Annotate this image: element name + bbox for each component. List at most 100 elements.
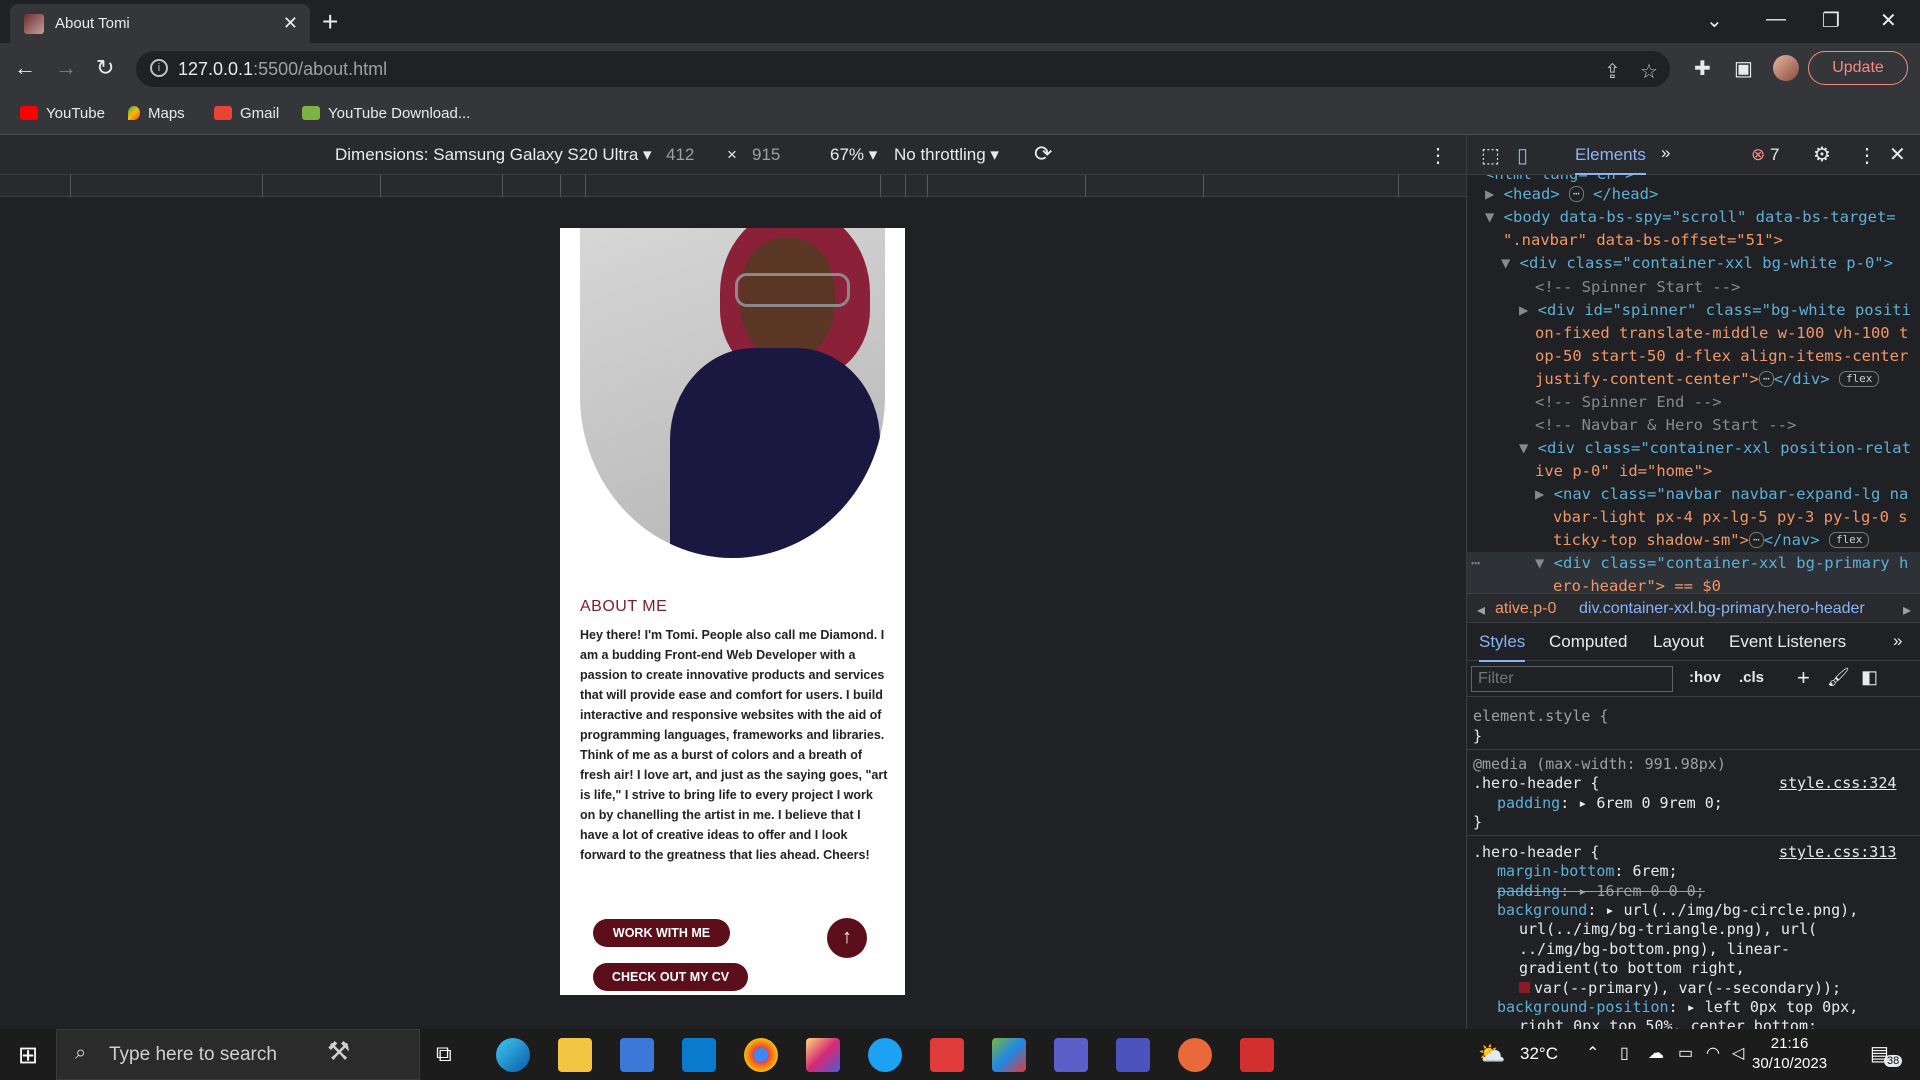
dom-tree[interactable]: <html lang="en"> ▶ <head> ⋯ </head> ▼ <b… — [1467, 175, 1920, 595]
new-tab-icon[interactable]: + — [322, 6, 338, 38]
settings-gear-icon[interactable]: ⚙ — [1813, 142, 1831, 167]
dom-line[interactable]: ▼ <body data-bs-spy="scroll" data-bs-tar… — [1485, 206, 1896, 230]
crumb-left-arrow-icon[interactable]: ◂ — [1477, 600, 1485, 620]
site-info-icon[interactable]: i — [150, 59, 168, 77]
instagram-icon[interactable] — [806, 1038, 840, 1072]
style-source-link[interactable]: style.css:313 — [1779, 843, 1896, 863]
back-to-top-icon[interactable]: ↑ — [827, 918, 867, 958]
forward-icon[interactable]: → — [55, 55, 77, 81]
teams-work-icon[interactable] — [1116, 1038, 1150, 1072]
media-query-ruler[interactable] — [0, 175, 1466, 197]
style-selector[interactable]: .hero-header { — [1473, 774, 1599, 794]
device-toggle-icon[interactable]: ▯ — [1517, 143, 1528, 168]
acrobat-icon[interactable] — [930, 1038, 964, 1072]
tab-search-chevron-icon[interactable]: ⌄ — [1706, 8, 1723, 33]
style-declaration[interactable]: background: ▸ url(../img/bg-circle.png), — [1497, 901, 1858, 921]
dom-comment[interactable]: <!-- Spinner End --> — [1535, 391, 1722, 415]
profile-avatar[interactable] — [1773, 55, 1799, 81]
more-style-tabs-icon[interactable]: » — [1893, 631, 1902, 651]
share-icon[interactable]: ⇪ — [1604, 59, 1621, 84]
hov-toggle[interactable]: :hov — [1689, 669, 1721, 686]
cloud-icon[interactable]: ☁ — [1648, 1043, 1664, 1063]
tab-styles[interactable]: Styles — [1479, 632, 1526, 662]
device-select[interactable]: Dimensions: Samsung Galaxy S20 Ultra ▾ — [335, 145, 652, 165]
style-declaration[interactable]: background-position: ▸ left 0px top 0px, — [1497, 998, 1858, 1018]
temperature[interactable]: 32°C — [1520, 1044, 1558, 1064]
work-with-me-button[interactable]: WORK WITH ME — [593, 919, 730, 947]
ellipsis-badge[interactable]: ⋯ — [1748, 532, 1764, 548]
throttling-select[interactable]: No throttling ▾ — [894, 145, 999, 165]
dom-line-selected[interactable]: ero-header"> == $0 — [1467, 575, 1920, 595]
rotate-icon[interactable]: ⟳ — [1034, 141, 1052, 167]
dom-line[interactable]: ▼ <div class="container-xxl position-rel… — [1519, 437, 1911, 461]
chrome-icon[interactable] — [744, 1038, 778, 1072]
ellipsis-badge[interactable]: ⋯ — [1569, 186, 1584, 202]
dom-line-selected[interactable]: ⋯ ▼ <div class="container-xxl bg-primary … — [1467, 552, 1920, 576]
crumb-item[interactable]: ative.p-0 — [1495, 600, 1556, 618]
paint-brush-icon[interactable]: 🖌 — [1827, 667, 1850, 688]
system-clock[interactable]: 21:16 30/10/2023 — [1752, 1034, 1827, 1074]
devtools-close-icon[interactable]: ✕ — [1889, 142, 1906, 167]
sidebar-toggle-icon[interactable]: ◧ — [1861, 667, 1878, 688]
extensions-icon[interactable]: ✚ — [1694, 56, 1711, 81]
twitter-icon[interactable] — [868, 1038, 902, 1072]
dom-line[interactable]: ▼ <div class="container-xxl bg-white p-0… — [1501, 252, 1893, 276]
pdf-reader-icon[interactable] — [1240, 1038, 1274, 1072]
volume-icon[interactable]: ◁ — [1732, 1043, 1744, 1063]
devtools-menu-icon[interactable]: ⋮ — [1857, 143, 1877, 168]
dom-comment[interactable]: <!-- Spinner Start --> — [1535, 276, 1740, 300]
more-tabs-icon[interactable]: » — [1661, 143, 1670, 163]
dom-line[interactable]: justify-content-center"> ⋯ </div> flex — [1535, 368, 1880, 392]
windows-start-icon[interactable]: ⊞ — [18, 1041, 38, 1070]
dom-line[interactable]: op-50 start-50 d-flex align-items-center — [1535, 345, 1908, 369]
browser-tab[interactable]: About Tomi ✕ — [10, 4, 310, 43]
ellipsis-badge[interactable]: ⋯ — [1758, 371, 1774, 387]
new-style-rule-icon[interactable]: + — [1797, 665, 1810, 691]
tray-chevron-icon[interactable]: ⌃ — [1586, 1043, 1599, 1063]
dom-comment[interactable]: <!-- Navbar & Hero Start --> — [1535, 414, 1796, 438]
cls-toggle[interactable]: .cls — [1739, 669, 1764, 686]
crumb-item-selected[interactable]: div.container-xxl.bg-primary.hero-header — [1579, 600, 1865, 618]
style-declaration[interactable]: padding: ▸ 6rem 0 9rem 0; — [1497, 794, 1723, 814]
taskbar-search[interactable]: ⌕ Type here to search ⚒ — [56, 1029, 420, 1080]
weather-icon[interactable]: ⛅ — [1478, 1041, 1505, 1067]
store-icon[interactable] — [620, 1038, 654, 1072]
bookmark-maps[interactable]: Maps — [128, 105, 185, 122]
height-input[interactable]: 915 — [752, 145, 780, 165]
app-notification-icon[interactable] — [1178, 1038, 1212, 1072]
dom-line[interactable]: ticky-top shadow-sm"> ⋯ </nav> flex — [1553, 529, 1870, 553]
check-cv-button[interactable]: CHECK OUT MY CV — [593, 963, 748, 991]
reload-icon[interactable]: ↻ — [96, 55, 114, 81]
tab-computed[interactable]: Computed — [1549, 632, 1627, 652]
file-explorer-icon[interactable] — [558, 1038, 592, 1072]
dom-line[interactable]: vbar-light px-4 px-lg-5 py-3 py-lg-0 s — [1553, 506, 1908, 530]
dom-line[interactable]: ▶ <div id="spinner" class="bg-white posi… — [1519, 299, 1911, 323]
tab-layout[interactable]: Layout — [1653, 632, 1704, 652]
error-count[interactable]: ⊗ 7 — [1751, 145, 1779, 165]
style-line[interactable]: element.style { — [1473, 707, 1608, 727]
tray-device-icon[interactable]: ▯ — [1620, 1043, 1629, 1063]
battery-icon[interactable]: ▭ — [1678, 1043, 1693, 1063]
update-button[interactable]: Update — [1808, 51, 1908, 85]
dom-line[interactable]: on-fixed translate-middle w-100 vh-100 t — [1535, 322, 1908, 346]
styles-pane[interactable]: element.style { } @media (max-width: 991… — [1467, 697, 1920, 1029]
style-source-link[interactable]: style.css:324 — [1779, 774, 1896, 794]
dom-line[interactable]: ".navbar" data-bs-offset="51"> — [1503, 229, 1783, 253]
style-selector[interactable]: .hero-header { — [1473, 843, 1599, 863]
style-declaration[interactable]: margin-bottom: 6rem; — [1497, 862, 1678, 882]
url-text[interactable]: 127.0.0.1:5500/about.html — [178, 59, 387, 80]
wifi-icon[interactable]: ◠ — [1706, 1043, 1720, 1063]
zoom-select[interactable]: 67% ▾ — [830, 145, 877, 165]
style-declaration-overridden[interactable]: padding: ▸ 16rem 0 0 0; — [1497, 882, 1705, 902]
tab-event-listeners[interactable]: Event Listeners — [1729, 632, 1846, 652]
window-close-icon[interactable]: ✕ — [1880, 8, 1897, 33]
back-icon[interactable]: ← — [14, 55, 36, 81]
dom-line[interactable]: ▶ <nav class="navbar navbar-expand-lg na — [1535, 483, 1908, 507]
color-swatch-primary[interactable] — [1519, 982, 1530, 993]
teams-icon[interactable] — [1054, 1038, 1088, 1072]
flex-badge[interactable]: flex — [1838, 371, 1880, 387]
minimize-icon[interactable]: — — [1766, 8, 1786, 31]
tab-elements[interactable]: Elements — [1575, 145, 1646, 175]
width-input[interactable]: 412 — [666, 145, 694, 165]
bookmark-star-icon[interactable]: ☆ — [1640, 59, 1658, 84]
